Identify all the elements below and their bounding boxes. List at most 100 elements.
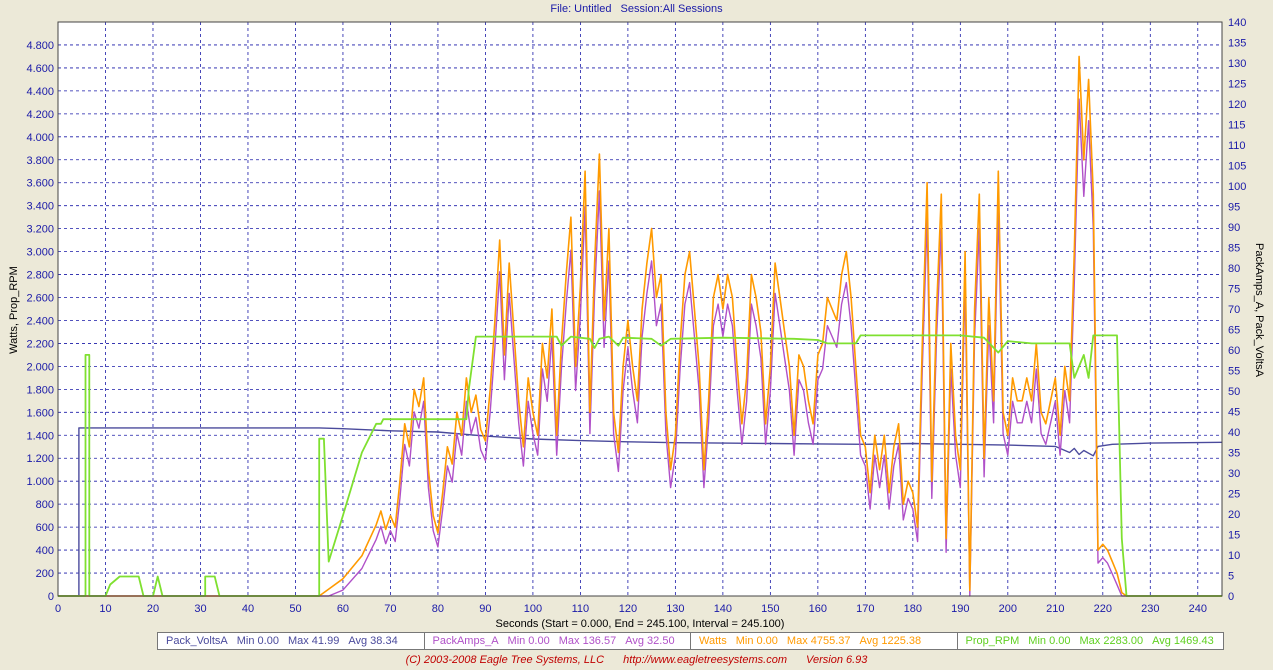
y-left-tick-label: 4.400 bbox=[26, 86, 54, 98]
y-left-tick-label: 0 bbox=[48, 591, 54, 603]
y-right-tick-label: 90 bbox=[1228, 222, 1240, 234]
x-tick-label: 80 bbox=[432, 603, 444, 615]
y-right-tick-label: 55 bbox=[1228, 366, 1240, 378]
legend-max: Max 2283.00 bbox=[1079, 635, 1144, 647]
y-right-tick-label: 40 bbox=[1228, 427, 1240, 439]
legend-min: Min 0.00 bbox=[507, 635, 550, 647]
y-right-tick-label: 95 bbox=[1228, 202, 1240, 214]
legend-avg: Avg 1225.38 bbox=[859, 635, 922, 647]
y-left-tick-label: 1.000 bbox=[26, 476, 54, 488]
y-axis-right-label: PackAmps_A, Pack_VoltsA bbox=[1253, 243, 1265, 378]
legend-series-name: Pack_VoltsA bbox=[166, 635, 228, 647]
x-tick-label: 30 bbox=[194, 603, 206, 615]
legend-min: Min 0.00 bbox=[1028, 635, 1071, 647]
legend-series-name: Watts bbox=[699, 635, 727, 647]
legend-min: Min 0.00 bbox=[735, 635, 778, 647]
legend-series-name: Prop_RPM bbox=[965, 635, 1020, 647]
y-left-tick-label: 4.200 bbox=[26, 109, 54, 121]
copyright-text: (C) 2003-2008 Eagle Tree Systems, LLC bbox=[405, 654, 605, 666]
y-right-tick-label: 45 bbox=[1228, 407, 1240, 419]
y-right-tick-label: 0 bbox=[1228, 591, 1234, 603]
y-right-tick-label: 60 bbox=[1228, 345, 1240, 357]
y-right-tick-label: 105 bbox=[1228, 161, 1246, 173]
x-tick-label: 130 bbox=[666, 603, 684, 615]
x-axis-label: Seconds (Start = 0.000, End = 245.100, I… bbox=[496, 618, 785, 630]
y-right-tick-label: 125 bbox=[1228, 79, 1246, 91]
legend: Pack_VoltsA Min 0.00 Max 41.99 Avg 38.34… bbox=[157, 632, 1224, 650]
y-right-tick-label: 85 bbox=[1228, 243, 1240, 255]
y-left-tick-label: 1.400 bbox=[26, 430, 54, 442]
x-tick-label: 100 bbox=[524, 603, 542, 615]
y-right-tick-label: 115 bbox=[1228, 120, 1246, 132]
x-tick-label: 140 bbox=[714, 603, 732, 615]
y-right-tick-label: 15 bbox=[1228, 530, 1240, 542]
x-tick-label: 160 bbox=[809, 603, 827, 615]
x-tick-label: 200 bbox=[999, 603, 1017, 615]
y-left-tick-label: 4.000 bbox=[26, 132, 54, 144]
x-tick-label: 210 bbox=[1046, 603, 1064, 615]
x-tick-label: 70 bbox=[384, 603, 396, 615]
legend-min: Min 0.00 bbox=[236, 635, 279, 647]
legend-avg: Avg 38.34 bbox=[348, 635, 398, 647]
y-right-tick-label: 130 bbox=[1228, 58, 1246, 70]
x-tick-label: 0 bbox=[55, 603, 61, 615]
y-right-tick-label: 35 bbox=[1228, 448, 1240, 460]
y-left-tick-label: 3.400 bbox=[26, 201, 54, 213]
legend-item-watts[interactable]: Watts Min 0.00 Max 4755.37 Avg 1225.38 bbox=[691, 633, 958, 649]
y-left-tick-label: 2.400 bbox=[26, 315, 54, 327]
website-link[interactable]: http://www.eagletreesystems.com bbox=[623, 654, 787, 666]
legend-series-name: PackAmps_A bbox=[432, 635, 499, 647]
y-right-tick-label: 110 bbox=[1228, 140, 1246, 152]
y-right-tick-label: 5 bbox=[1228, 571, 1234, 583]
y-left-tick-label: 2.000 bbox=[26, 361, 54, 373]
x-tick-label: 60 bbox=[337, 603, 349, 615]
legend-avg: Avg 32.50 bbox=[625, 635, 675, 647]
y-right-tick-label: 10 bbox=[1228, 550, 1240, 562]
x-tick-label: 110 bbox=[572, 603, 590, 615]
legend-item-amps[interactable]: PackAmps_A Min 0.00 Max 136.57 Avg 32.50 bbox=[425, 633, 691, 649]
legend-avg: Avg 1469.43 bbox=[1152, 635, 1214, 647]
y-right-tick-label: 135 bbox=[1228, 38, 1246, 50]
y-left-tick-label: 400 bbox=[36, 545, 54, 557]
y-left-tick-label: 4.600 bbox=[26, 63, 54, 75]
x-tick-label: 230 bbox=[1141, 603, 1159, 615]
y-right-tick-label: 75 bbox=[1228, 284, 1240, 296]
y-left-tick-label: 3.200 bbox=[26, 224, 54, 236]
y-left-tick-label: 2.200 bbox=[26, 338, 54, 350]
y-left-tick-label: 200 bbox=[36, 568, 54, 580]
y-right-tick-label: 20 bbox=[1228, 509, 1240, 521]
y-left-tick-label: 800 bbox=[36, 499, 54, 511]
x-tick-label: 240 bbox=[1189, 603, 1207, 615]
version-text: Version 6.93 bbox=[806, 654, 868, 666]
y-right-tick-label: 30 bbox=[1228, 468, 1240, 480]
y-left-tick-label: 1.800 bbox=[26, 384, 54, 396]
x-tick-label: 220 bbox=[1094, 603, 1112, 615]
legend-max: Max 136.57 bbox=[558, 635, 617, 647]
y-right-tick-label: 100 bbox=[1228, 181, 1246, 193]
x-tick-label: 90 bbox=[479, 603, 491, 615]
legend-item-rpm[interactable]: Prop_RPM Min 0.00 Max 2283.00 Avg 1469.4… bbox=[958, 633, 1224, 649]
y-left-tick-label: 3.600 bbox=[26, 178, 54, 190]
y-left-tick-label: 3.000 bbox=[26, 247, 54, 259]
y-right-tick-label: 25 bbox=[1228, 489, 1240, 501]
x-tick-label: 50 bbox=[289, 603, 301, 615]
y-left-tick-label: 600 bbox=[36, 522, 54, 534]
y-left-tick-label: 2.600 bbox=[26, 293, 54, 305]
y-right-tick-label: 65 bbox=[1228, 325, 1240, 337]
y-left-tick-label: 3.800 bbox=[26, 155, 54, 167]
y-left-tick-label: 1.600 bbox=[26, 407, 54, 419]
legend-item-volts[interactable]: Pack_VoltsA Min 0.00 Max 41.99 Avg 38.34 bbox=[158, 633, 425, 649]
x-tick-label: 10 bbox=[99, 603, 111, 615]
y-left-tick-label: 4.800 bbox=[26, 40, 54, 52]
y-right-tick-label: 120 bbox=[1228, 99, 1246, 111]
y-left-tick-label: 2.800 bbox=[26, 270, 54, 282]
y-right-tick-label: 50 bbox=[1228, 386, 1240, 398]
y-left-tick-label: 1.200 bbox=[26, 453, 54, 465]
y-axis-left-label: Watts, Prop_RPM bbox=[8, 266, 20, 354]
legend-max: Max 4755.37 bbox=[786, 635, 851, 647]
x-tick-label: 190 bbox=[951, 603, 969, 615]
footer: (C) 2003-2008 Eagle Tree Systems, LLC ht… bbox=[0, 654, 1273, 666]
y-right-tick-label: 80 bbox=[1228, 263, 1240, 275]
x-tick-label: 150 bbox=[761, 603, 779, 615]
x-tick-label: 20 bbox=[147, 603, 159, 615]
